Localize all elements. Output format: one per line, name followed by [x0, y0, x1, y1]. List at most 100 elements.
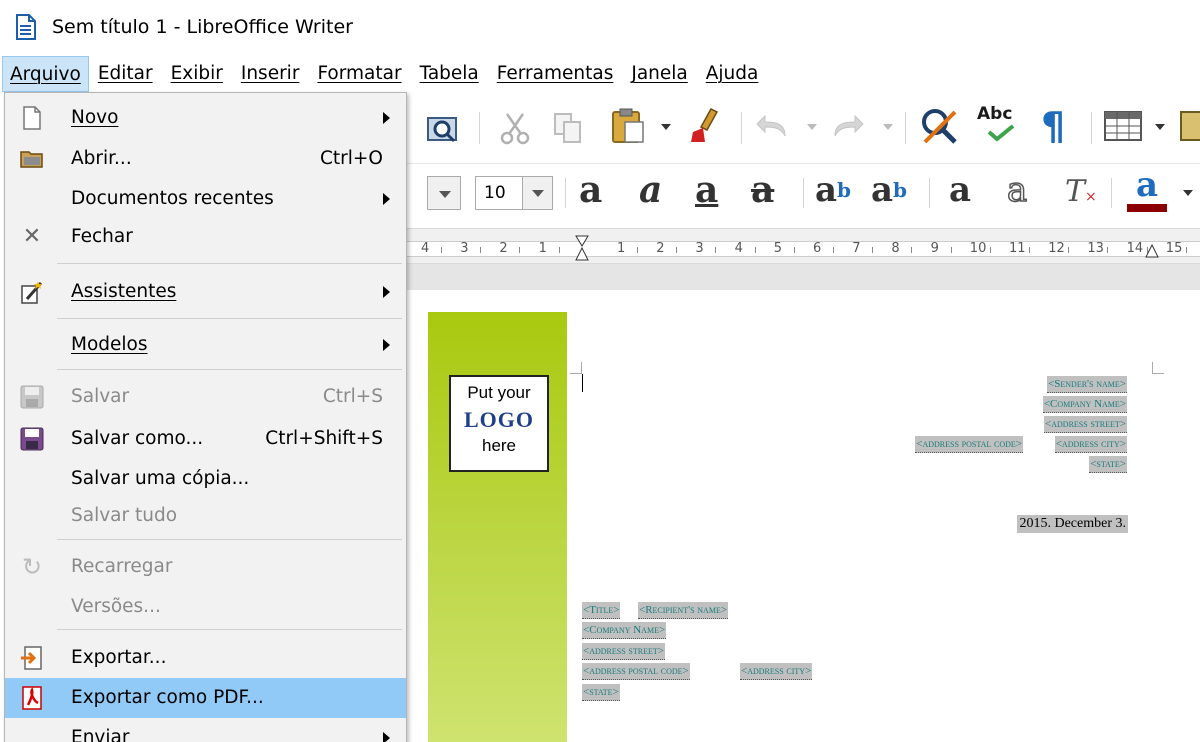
field-recipient-city[interactable]: <address city>	[740, 663, 813, 680]
menu-item-fechar-label: Fechar	[71, 226, 133, 247]
logo-line-2: LOGO	[463, 407, 534, 432]
reload-icon: ↻	[21, 553, 43, 581]
font-color-icon[interactable]: a	[1127, 166, 1167, 212]
menu-formatar[interactable]: Formatar	[308, 56, 410, 92]
insert-table-dropdown-icon[interactable]	[1155, 124, 1165, 130]
insert-table-icon[interactable]	[1103, 110, 1143, 146]
menu-item-salvar-como[interactable]: Salvar como... Ctrl+Shift+S	[5, 419, 406, 459]
font-size-input[interactable]: 10	[475, 176, 553, 210]
field-recipient-company[interactable]: <Company Name>	[582, 622, 667, 639]
menu-arquivo[interactable]: Arquivo	[2, 56, 89, 92]
subscript-icon[interactable]: ab	[871, 168, 907, 212]
redo-dropdown-icon[interactable]	[883, 124, 893, 130]
wizard-wand-icon	[19, 279, 45, 305]
menu-item-salvar-como-label: Salvar como...	[71, 428, 204, 449]
menu-item-salvar-shortcut: Ctrl+S	[322, 386, 383, 407]
print-preview-icon[interactable]	[425, 110, 461, 150]
menu-ferramentas[interactable]: Ferramentas	[488, 56, 623, 92]
bold-icon[interactable]: a	[579, 168, 602, 212]
menu-item-fechar[interactable]: ✕ Fechar	[5, 217, 406, 257]
clear-formatting-icon[interactable]: T×	[1065, 170, 1097, 219]
menu-bar: Arquivo Editar Exibir Inserir Formatar T…	[0, 54, 1200, 94]
left-indent-marker[interactable]	[575, 235, 589, 261]
find-replace-icon[interactable]	[919, 106, 961, 152]
ruler-number: 6	[813, 241, 822, 256]
menu-item-modelos[interactable]: Modelos	[5, 325, 406, 365]
menu-item-exportar-pdf[interactable]: Exportar como PDF...	[5, 678, 406, 718]
menu-item-salvar-tudo[interactable]: Salvar tudo	[5, 496, 406, 536]
export-icon	[19, 645, 45, 671]
field-address-city[interactable]: <address city>	[1054, 436, 1127, 453]
field-company-name[interactable]: <Company Name>	[1042, 396, 1127, 413]
menu-item-novo[interactable]: Novo	[5, 98, 406, 138]
field-recipient-street[interactable]: <address street>	[582, 643, 665, 660]
save-disk-icon	[19, 384, 45, 410]
cut-icon[interactable]	[499, 110, 531, 150]
menu-tabela[interactable]: Tabela	[411, 56, 488, 92]
ruler-number: 1	[538, 241, 547, 256]
strikethrough-icon[interactable]: a	[751, 168, 774, 212]
font-name-dropdown-button[interactable]	[427, 176, 461, 210]
field-recipient-state[interactable]: <state>	[582, 684, 620, 701]
ruler-tick	[1107, 247, 1109, 253]
submenu-arrow-icon	[383, 286, 390, 298]
menu-item-recarregar[interactable]: ↻ Recarregar	[5, 547, 406, 587]
field-recipient-postal-code[interactable]: <address postal code>	[582, 663, 690, 680]
field-recipient-title[interactable]: <Title>	[582, 602, 621, 619]
menu-item-assistentes[interactable]: Assistentes	[5, 272, 406, 312]
field-sender-name[interactable]: <Sender's name>	[1047, 376, 1127, 393]
ruler-number: 14	[1126, 241, 1144, 256]
menu-editar[interactable]: Editar	[89, 56, 162, 92]
font-color-dropdown-icon[interactable]	[1183, 190, 1193, 196]
menu-item-exportar-label: Exportar...	[71, 647, 167, 668]
menu-separator	[57, 539, 402, 540]
field-address-street[interactable]: <address street>	[1044, 416, 1127, 433]
menu-item-documentos-recentes[interactable]: Documentos recentes	[5, 179, 406, 219]
menu-ajuda[interactable]: Ajuda	[697, 56, 768, 92]
menu-item-salvar[interactable]: Salvar Ctrl+S	[5, 377, 406, 417]
clone-formatting-icon[interactable]	[687, 106, 725, 150]
menu-item-versoes-label: Versões...	[71, 596, 161, 617]
outline-icon[interactable]: a	[1006, 168, 1028, 212]
menu-item-enviar[interactable]: Enviar	[5, 718, 406, 742]
ruler-strip: 4 3 2 1 1 2 3 4 5 6 7 8 9 10 11 12 13 14 15	[405, 241, 1200, 257]
ruler-number: 5	[773, 241, 783, 256]
ruler-number: 2	[499, 241, 508, 256]
ruler-tick	[989, 247, 991, 253]
shadow-icon[interactable]: a	[949, 168, 971, 212]
menu-item-abrir[interactable]: Abrir... Ctrl+O	[5, 139, 406, 179]
menu-inserir[interactable]: Inserir	[232, 56, 309, 92]
field-recipient-name[interactable]: <Recipient's name>	[638, 602, 729, 619]
paste-icon[interactable]	[609, 106, 649, 150]
insert-image-icon[interactable]	[1179, 110, 1200, 146]
right-indent-marker[interactable]	[1145, 243, 1159, 258]
field-state[interactable]: <state>	[1089, 456, 1127, 473]
letter-date[interactable]: 2015. December 3.	[1017, 515, 1128, 533]
formatting-marks-icon[interactable]: ¶	[1041, 106, 1065, 146]
italic-icon[interactable]: a	[639, 168, 662, 212]
menu-exibir[interactable]: Exibir	[162, 56, 232, 92]
underline-icon[interactable]: a	[695, 168, 718, 212]
paste-dropdown-icon[interactable]	[661, 124, 671, 130]
menu-item-salvar-copia[interactable]: Salvar uma cópia...	[5, 459, 406, 499]
redo-icon[interactable]	[829, 112, 865, 146]
font-color-swatch	[1127, 204, 1167, 212]
menu-item-recarregar-label: Recarregar	[71, 556, 173, 577]
open-folder-icon	[19, 146, 45, 172]
field-address-postal-code[interactable]: <address postal code>	[915, 436, 1023, 453]
undo-dropdown-icon[interactable]	[807, 124, 817, 130]
menu-item-versoes[interactable]: Versões...	[5, 587, 406, 627]
horizontal-ruler[interactable]: 4 3 2 1 1 2 3 4 5 6 7 8 9 10 11 12 13 14 15	[405, 228, 1200, 264]
ruler-number: 13	[1087, 241, 1104, 256]
ruler-number: 15	[1165, 241, 1183, 256]
logo-placeholder[interactable]: Put your LOGO here	[449, 375, 549, 472]
undo-icon[interactable]	[755, 112, 791, 146]
spelling-icon[interactable]: Abc	[977, 104, 1017, 146]
ruler-tick	[833, 247, 834, 253]
font-size-dropdown-button[interactable]	[522, 177, 552, 209]
menu-item-exportar[interactable]: Exportar...	[5, 638, 406, 678]
copy-icon[interactable]	[553, 112, 583, 148]
menu-item-assistentes-label: Assistentes	[71, 281, 177, 302]
menu-janela[interactable]: Janela	[622, 56, 696, 92]
superscript-icon[interactable]: ab	[815, 168, 851, 212]
